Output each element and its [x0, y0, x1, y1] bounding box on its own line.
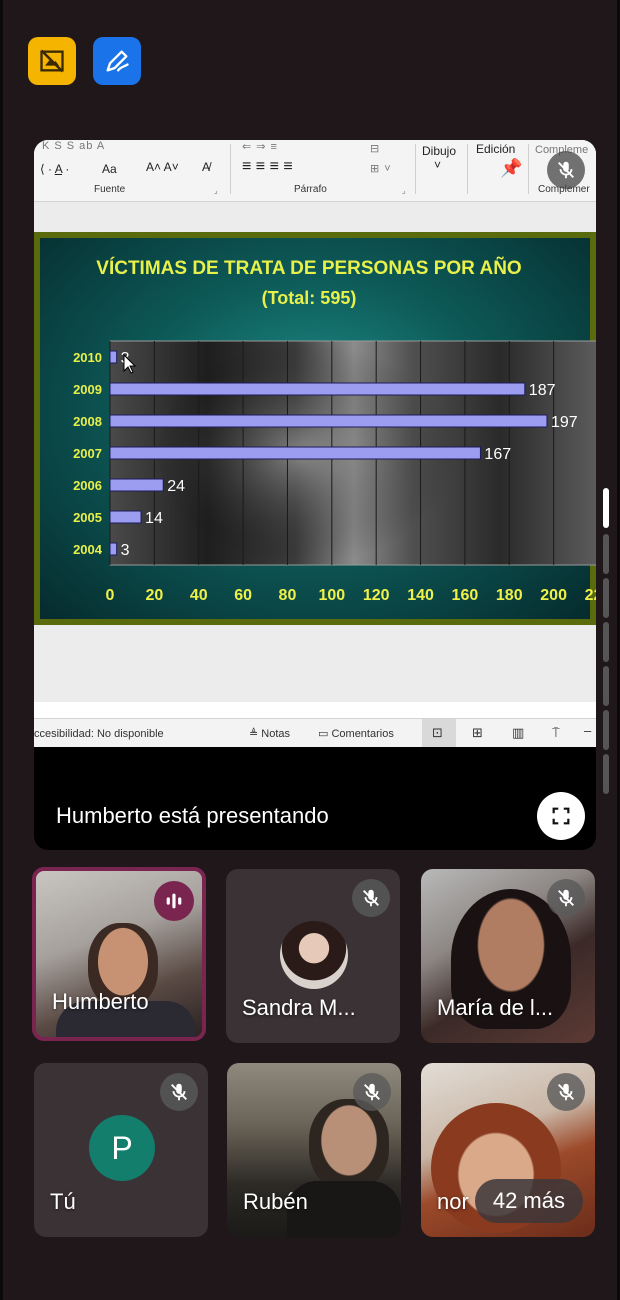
y-tick-label: 2005 [73, 510, 102, 525]
x-tick-label: 60 [234, 587, 252, 604]
y-tick-label: 2007 [73, 446, 102, 461]
mute-indicator [353, 1073, 391, 1111]
y-tick-label: 2004 [73, 542, 103, 557]
x-tick-label: 200 [540, 587, 567, 604]
y-tick-label: 2010 [73, 350, 102, 365]
annotate-button[interactable] [93, 37, 141, 85]
edit-draw-icon [106, 50, 129, 72]
y-tick-label: 2009 [73, 382, 102, 397]
scroll-indicator [603, 666, 609, 706]
reading-view-icon[interactable]: ▥ [512, 725, 524, 741]
bar [109, 446, 481, 460]
mic-off-icon [558, 161, 574, 179]
presenting-status: Humberto está presentando [56, 803, 329, 828]
accessibility-status[interactable]: ccesibilidad: No disponible [34, 728, 164, 740]
presentation-stage: K S S ab A ⟨ · A · Aa A˄ A˅ A̸ Fuente ⌟ … [34, 140, 596, 850]
x-tick-label: 40 [190, 587, 208, 604]
no-video-background-icon [40, 49, 64, 73]
zoom-minus-icon[interactable]: – [584, 723, 591, 738]
x-tick-label: 140 [407, 587, 434, 604]
data-label: 14 [145, 510, 163, 527]
avatar: P [89, 1115, 155, 1181]
participant-tile-tu[interactable]: P Tú [34, 1063, 208, 1237]
notes-icon: ≜ [249, 728, 259, 740]
sorter-view-icon[interactable]: ⊞ [472, 725, 483, 741]
participant-tile-sandra[interactable]: Sandra M... [226, 869, 400, 1043]
scroll-indicator [603, 710, 609, 750]
x-tick-label: 0 [106, 587, 115, 604]
shared-screen: K S S ab A ⟨ · A · Aa A˄ A˅ A̸ Fuente ⌟ … [34, 140, 596, 747]
mic-off-icon [363, 889, 379, 907]
x-tick-label: 100 [318, 587, 345, 604]
mute-indicator [352, 879, 390, 917]
participant-name: Tú [50, 1189, 76, 1214]
mic-off-icon [364, 1083, 380, 1101]
mute-indicator [547, 879, 585, 917]
scroll-indicator [603, 534, 609, 574]
fullscreen-icon [552, 807, 570, 825]
meeting-screen: K S S ab A ⟨ · A · Aa A˄ A˅ A̸ Fuente ⌟ … [0, 0, 620, 1300]
x-tick-label: 160 [452, 587, 479, 604]
y-tick-label: 2008 [73, 414, 102, 429]
participant-name: nor [437, 1189, 469, 1214]
bar [109, 542, 118, 556]
y-tick-label: 2006 [73, 478, 102, 493]
mic-off-icon [171, 1083, 187, 1101]
scroll-indicator [603, 754, 609, 794]
participant-name: Humberto [52, 989, 149, 1014]
x-tick-label: 20 [145, 587, 163, 604]
bar [109, 510, 142, 524]
comments-button[interactable]: ▭ Comentarios [318, 727, 394, 740]
more-participants-button[interactable]: 42 más [474, 1179, 583, 1223]
x-tick-label: 180 [496, 587, 523, 604]
scroll-indicator [603, 622, 609, 662]
data-label: 197 [551, 414, 578, 431]
data-label: 187 [529, 382, 556, 399]
x-tick-label: 220 [585, 587, 596, 604]
participant-tile-nor[interactable]: nor 42 más [421, 1063, 595, 1237]
normal-view-icon: ⊡ [432, 725, 443, 740]
scroll-indicator-active[interactable] [603, 488, 609, 528]
avatar [280, 921, 348, 989]
data-label: 3 [121, 542, 130, 559]
speaking-indicator [154, 881, 194, 921]
bar [109, 350, 118, 364]
notes-label: Notas [261, 728, 291, 740]
bar [109, 414, 548, 428]
fullscreen-button[interactable] [537, 792, 585, 840]
background-off-button[interactable] [28, 37, 76, 85]
participant-video [309, 1099, 389, 1191]
x-tick-label: 120 [363, 587, 390, 604]
participant-name: María de l... [437, 995, 554, 1020]
scroll-indicator [603, 578, 609, 618]
participant-tile-ruben[interactable]: Rubén [227, 1063, 401, 1237]
data-label: 167 [484, 446, 511, 463]
participant-tile-humberto[interactable]: Humberto [32, 867, 206, 1041]
mute-indicator [160, 1073, 198, 1111]
mute-indicator [547, 1073, 585, 1111]
comments-label: Comentarios [331, 728, 394, 740]
participant-name: Sandra M... [242, 995, 356, 1020]
comment-icon: ▭ [318, 728, 329, 740]
data-label: 24 [167, 478, 185, 495]
participant-name: Rubén [243, 1189, 308, 1214]
x-tick-label: 80 [279, 587, 297, 604]
participant-tile-maria[interactable]: María de l... [421, 869, 595, 1043]
mic-off-icon [558, 889, 574, 907]
presenter-mic-off [547, 151, 585, 189]
bar-chart: 0 20 40 60 80 100 120 140 160 180 200 220 2010 3 2009 1… [73, 340, 596, 604]
notes-button[interactable]: ≜ Notas [249, 727, 290, 740]
slideshow-view-icon[interactable]: ⍑ [552, 725, 560, 741]
audio-level-icon [166, 893, 182, 909]
bar [109, 382, 526, 396]
powerpoint-status-bar: ccesibilidad: No disponible ≜ Notas ▭ Co… [34, 718, 596, 747]
bar [109, 478, 164, 492]
mic-off-icon [558, 1083, 574, 1101]
